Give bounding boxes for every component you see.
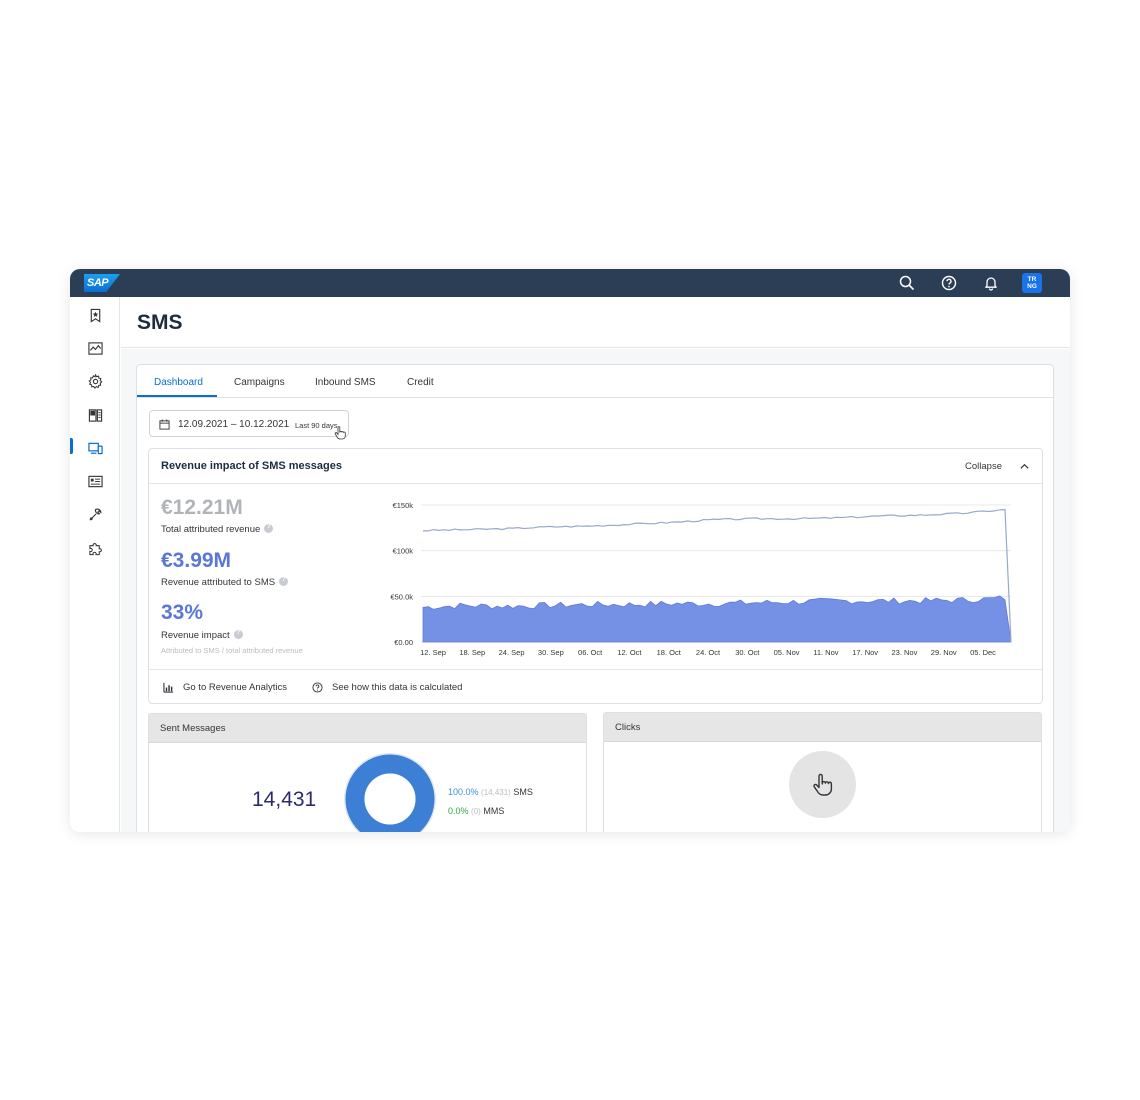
clicks-placeholder [789, 751, 856, 818]
bell-icon[interactable] [982, 274, 1000, 292]
date-range-picker[interactable]: 12.09.2021 – 10.12.2021 Last 90 days [149, 410, 349, 440]
kpi-revenue-impact-value: 33% [161, 601, 204, 624]
app-window: SAP TR NG SMS Dashboard Campaigns Inboun… [70, 269, 1070, 832]
channels-icon[interactable] [85, 438, 105, 458]
sent-messages-tile[interactable]: Sent Messages 14,431 100.0% (14,431) SMS… [148, 713, 587, 832]
revenue-panel-title: Revenue impact of SMS messages [161, 460, 342, 472]
tab-credit[interactable]: Credit [407, 377, 434, 388]
active-indicator [70, 438, 73, 454]
content-icon[interactable] [85, 405, 105, 425]
revenue-panel-footer: Go to Revenue Analytics See how this dat… [149, 669, 1042, 703]
revenue-analytics-link[interactable]: Go to Revenue Analytics [163, 682, 287, 693]
kpi-sms-revenue-label: Revenue attributed to SMS [161, 576, 289, 588]
info-icon[interactable] [264, 523, 274, 533]
bar-chart-icon [163, 682, 174, 693]
clicks-title: Clicks [615, 722, 641, 733]
chevron-up-icon[interactable] [1019, 461, 1030, 472]
clicks-tile[interactable]: Clicks [603, 712, 1042, 832]
tile-header: Clicks [604, 713, 1041, 742]
data-calculation-link[interactable]: See how this data is calculated [312, 682, 462, 693]
pointer-hand-icon [812, 773, 832, 796]
tab-dashboard[interactable]: Dashboard [154, 377, 203, 388]
kpi-total-revenue-value: €12.21M [161, 496, 243, 519]
x-tick-label: 24. Sep [499, 648, 525, 657]
contacts-icon[interactable] [85, 471, 105, 491]
tab-campaigns[interactable]: Campaigns [234, 377, 285, 388]
kpi-sms-revenue-text: Revenue attributed to SMS [161, 577, 276, 588]
legend-sms-count: (14,431) [481, 788, 511, 797]
sent-messages-title: Sent Messages [160, 723, 226, 734]
side-navigation [70, 297, 120, 832]
legend-sms-label: SMS [513, 787, 533, 797]
x-tick-label: 29. Nov [931, 648, 957, 657]
revenue-impact-panel: Revenue impact of SMS messages Collapse … [148, 448, 1043, 704]
avatar-initials-top: TR [1027, 276, 1037, 283]
divider [149, 483, 1042, 484]
tools-icon[interactable] [85, 504, 105, 524]
active-tab-indicator [137, 395, 217, 397]
x-tick-label: 30. Sep [538, 648, 564, 657]
x-tick-label: 18. Oct [657, 648, 682, 657]
collapse-button[interactable]: Collapse [965, 461, 1002, 472]
sent-messages-total: 14,431 [252, 788, 317, 811]
data-calculation-link-label: See how this data is calculated [332, 682, 463, 693]
y-tick-label: €100k [393, 547, 414, 556]
y-tick-label: €50.0k [390, 592, 413, 601]
search-icon[interactable] [898, 274, 916, 292]
calendar-icon [159, 419, 170, 430]
x-tick-label: 06. Oct [578, 648, 603, 657]
favorites-icon[interactable] [85, 305, 105, 325]
x-tick-label: 23. Nov [891, 648, 917, 657]
revenue-analytics-link-label: Go to Revenue Analytics [183, 682, 288, 693]
legend-mms: 0.0% (0) MMS [448, 806, 504, 816]
x-tick-label: 12. Sep [420, 648, 446, 657]
x-tick-label: 05. Nov [774, 648, 800, 657]
tile-header: Sent Messages [149, 714, 586, 743]
legend-mms-count: (0) [471, 807, 481, 816]
shell-bar: SAP TR NG [70, 269, 1070, 297]
kpi-sms-revenue-value: €3.99M [161, 549, 232, 572]
help-icon [312, 682, 323, 693]
x-tick-label: 05. Dec [970, 648, 996, 657]
tab-bar: Dashboard Campaigns Inbound SMS Credit [137, 365, 1053, 398]
x-tick-label: 30. Oct [735, 648, 760, 657]
revenue-chart: €150k €100k €50.0k €0.00 12. Sep 18. Sep 24. S… [390, 501, 1012, 657]
kpi-total-revenue-label: Total attributed revenue [161, 523, 274, 535]
date-range-value: 12.09.2021 – 10.12.2021 [178, 419, 290, 430]
analytics-icon[interactable] [85, 338, 105, 358]
avatar-initials-bottom: NG [1027, 283, 1037, 290]
settings-icon[interactable] [85, 371, 105, 391]
kpi-revenue-impact-text: Revenue impact [161, 630, 230, 641]
page-header: SMS [121, 297, 1070, 348]
x-tick-label: 11. Nov [813, 648, 839, 657]
date-range-hint: Last 90 days [295, 421, 338, 430]
info-icon[interactable] [233, 629, 243, 639]
page-title: SMS [137, 311, 183, 334]
x-tick-label: 12. Oct [617, 648, 642, 657]
extensions-icon[interactable] [85, 538, 105, 558]
hand-cursor-icon [334, 426, 346, 440]
sent-messages-donut [344, 753, 436, 832]
x-tick-label: 24. Oct [696, 648, 721, 657]
legend-sms: 100.0% (14,431) SMS [448, 787, 533, 797]
tab-inbound-sms[interactable]: Inbound SMS [315, 377, 376, 388]
legend-mms-label: MMS [483, 806, 505, 816]
kpi-revenue-impact-label: Revenue impact [161, 629, 243, 641]
info-icon[interactable] [279, 576, 289, 586]
legend-sms-pct: 100.0% [448, 787, 479, 797]
sap-logo[interactable]: SAP [84, 274, 120, 292]
kpi-note: Attributed to SMS / total attributed rev… [161, 646, 303, 655]
x-tick-label: 17. Nov [852, 648, 878, 657]
donut-hole [364, 773, 416, 825]
y-tick-label: €150k [393, 501, 414, 510]
legend-mms-pct: 0.0% [448, 806, 469, 816]
sms-revenue-area [422, 595, 1012, 643]
help-icon[interactable] [940, 274, 958, 292]
x-tick-label: 18. Sep [459, 648, 485, 657]
avatar[interactable]: TR NG [1022, 273, 1042, 293]
y-tick-label: €0.00 [394, 638, 413, 647]
dashboard-card: Dashboard Campaigns Inbound SMS Credit 1… [136, 364, 1054, 832]
kpi-total-revenue-text: Total attributed revenue [161, 524, 261, 535]
